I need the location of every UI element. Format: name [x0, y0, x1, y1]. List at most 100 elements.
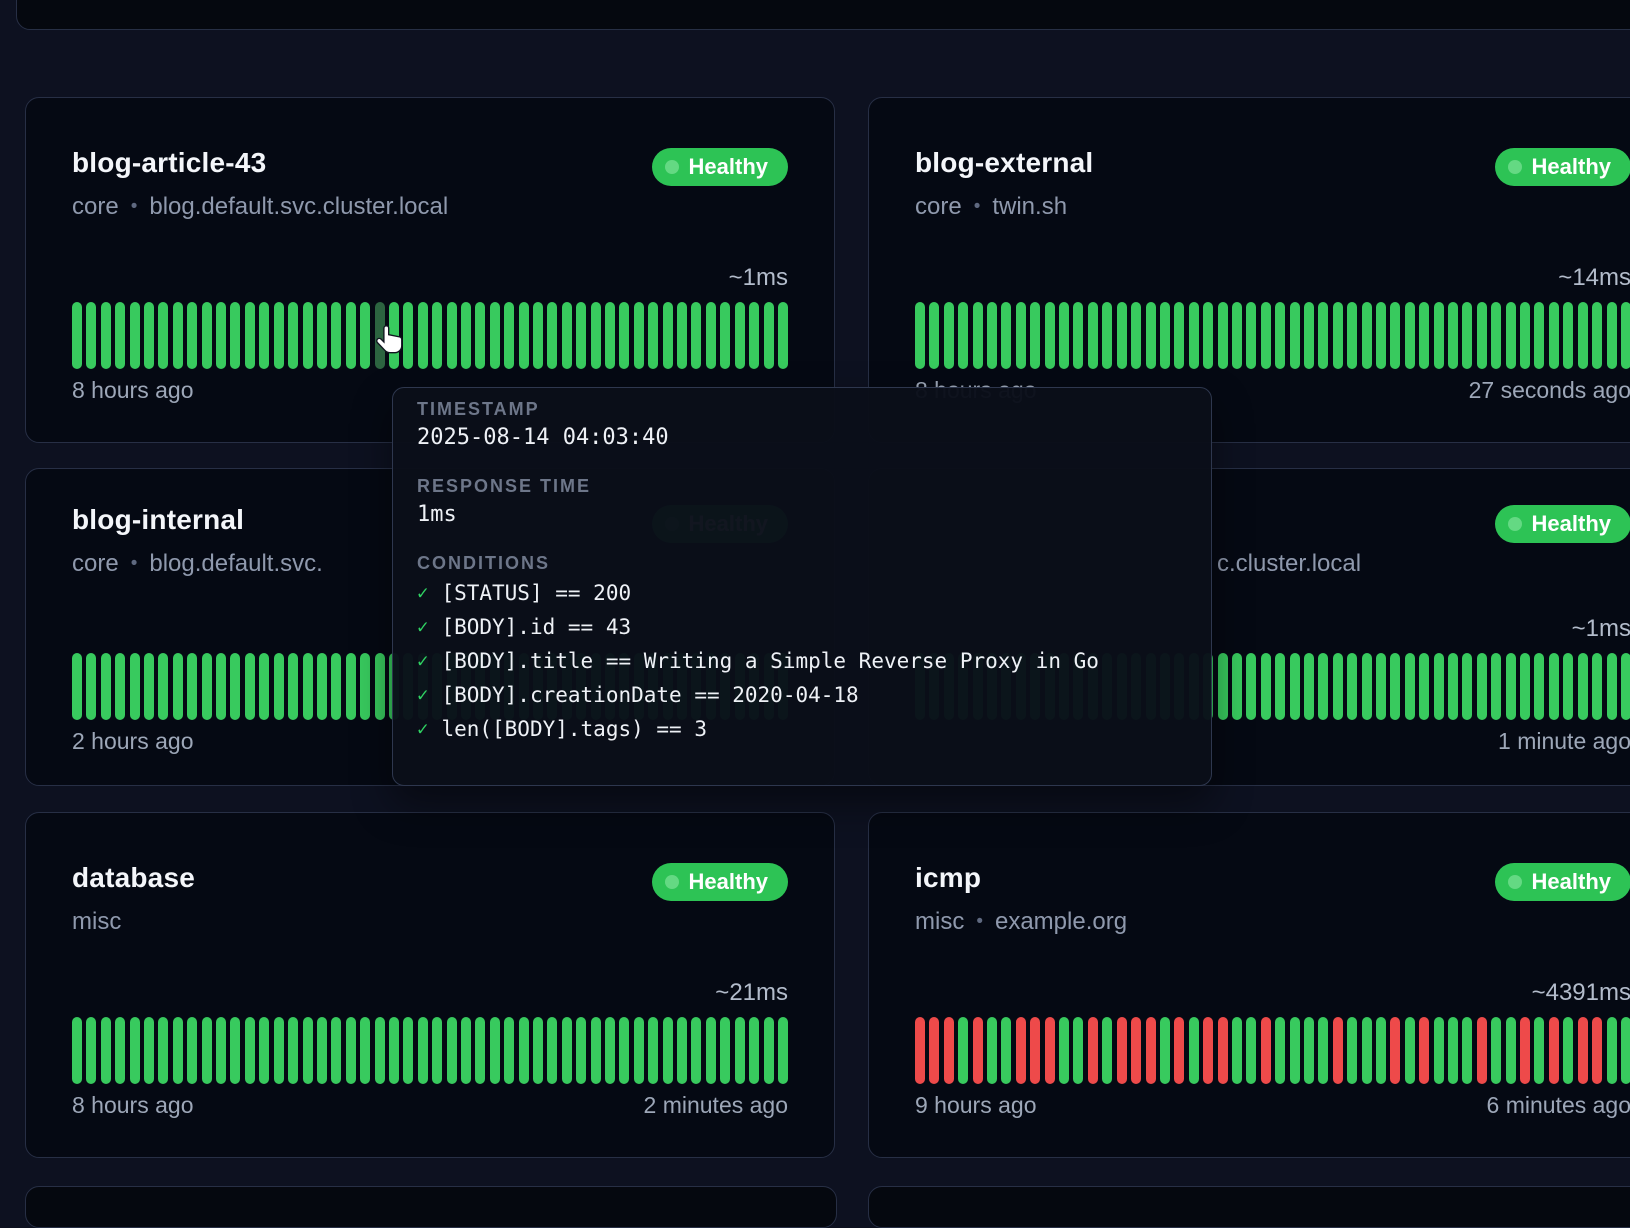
uptime-bar[interactable]: [331, 653, 341, 720]
uptime-bar[interactable]: [1290, 1017, 1300, 1084]
uptime-bar[interactable]: [130, 1017, 140, 1084]
uptime-bar[interactable]: [1318, 653, 1328, 720]
uptime-bar[interactable]: [1520, 653, 1530, 720]
uptime-bar[interactable]: [1304, 653, 1314, 720]
uptime-bar[interactable]: [1304, 1017, 1314, 1084]
uptime-bar[interactable]: [86, 302, 96, 369]
uptime-bar[interactable]: [1304, 302, 1314, 369]
uptime-bar[interactable]: [202, 653, 212, 720]
uptime-bar[interactable]: [1621, 302, 1630, 369]
uptime-bar[interactable]: [216, 1017, 226, 1084]
uptime-bar[interactable]: [288, 1017, 298, 1084]
uptime-bar[interactable]: [634, 1017, 644, 1084]
uptime-bar[interactable]: [288, 653, 298, 720]
uptime-bar[interactable]: [130, 302, 140, 369]
uptime-bar[interactable]: [1520, 302, 1530, 369]
uptime-bar[interactable]: [619, 1017, 629, 1084]
uptime-bar[interactable]: [1592, 653, 1602, 720]
uptime-bar[interactable]: [1549, 302, 1559, 369]
uptime-bar[interactable]: [944, 1017, 954, 1084]
uptime-bar[interactable]: [331, 1017, 341, 1084]
uptime-bar[interactable]: [1405, 653, 1415, 720]
uptime-bar[interactable]: [504, 302, 514, 369]
uptime-bar[interactable]: [778, 302, 788, 369]
uptime-bar[interactable]: [1232, 302, 1242, 369]
uptime-bar[interactable]: [1534, 302, 1544, 369]
uptime-bar[interactable]: [1261, 1017, 1271, 1084]
uptime-bar[interactable]: [1001, 302, 1011, 369]
uptime-bar[interactable]: [663, 1017, 673, 1084]
uptime-bar[interactable]: [230, 653, 240, 720]
uptime-bar[interactable]: [288, 302, 298, 369]
uptime-bar[interactable]: [778, 1017, 788, 1084]
uptime-bar[interactable]: [720, 1017, 730, 1084]
uptime-bar[interactable]: [591, 1017, 601, 1084]
uptime-bar[interactable]: [346, 653, 356, 720]
uptime-bar[interactable]: [1174, 1017, 1184, 1084]
uptime-bar[interactable]: [1448, 1017, 1458, 1084]
uptime-bar[interactable]: [576, 1017, 586, 1084]
uptime-bar[interactable]: [144, 653, 154, 720]
uptime-bar[interactable]: [475, 302, 485, 369]
uptime-bar[interactable]: [202, 302, 212, 369]
uptime-bar[interactable]: [1563, 653, 1573, 720]
uptime-bar[interactable]: [1030, 302, 1040, 369]
uptime-bar[interactable]: [1045, 1017, 1055, 1084]
uptime-bar[interactable]: [1318, 302, 1328, 369]
uptime-bar[interactable]: [461, 1017, 471, 1084]
uptime-bar[interactable]: [1578, 653, 1588, 720]
uptime-bar[interactable]: [360, 302, 370, 369]
uptime-bar[interactable]: [418, 302, 428, 369]
uptime-bar[interactable]: [86, 1017, 96, 1084]
uptime-bar[interactable]: [475, 1017, 485, 1084]
uptime-bar[interactable]: [1376, 1017, 1386, 1084]
uptime-bar[interactable]: [1088, 302, 1098, 369]
uptime-bar[interactable]: [1218, 1017, 1228, 1084]
uptime-bar[interactable]: [605, 302, 615, 369]
uptime-bar[interactable]: [1117, 1017, 1127, 1084]
uptime-bar[interactable]: [944, 302, 954, 369]
uptime-bar[interactable]: [432, 1017, 442, 1084]
uptime-bar[interactable]: [274, 302, 284, 369]
uptime-bar[interactable]: [432, 302, 442, 369]
uptime-bar[interactable]: [1390, 1017, 1400, 1084]
uptime-bar[interactable]: [547, 1017, 557, 1084]
uptime-bar[interactable]: [1621, 1017, 1630, 1084]
uptime-bar[interactable]: [303, 302, 313, 369]
uptime-bar[interactable]: [1290, 653, 1300, 720]
uptime-bar[interactable]: [346, 302, 356, 369]
uptime-bar[interactable]: [648, 302, 658, 369]
uptime-bar[interactable]: [101, 302, 111, 369]
uptime-bar[interactable]: [1246, 1017, 1256, 1084]
uptime-bar[interactable]: [1001, 1017, 1011, 1084]
uptime-bar[interactable]: [245, 302, 255, 369]
uptime-bar[interactable]: [677, 302, 687, 369]
uptime-bar[interactable]: [619, 302, 629, 369]
uptime-bar[interactable]: [1607, 653, 1617, 720]
uptime-bar[interactable]: [1174, 302, 1184, 369]
uptime-bar[interactable]: [929, 1017, 939, 1084]
uptime-bar[interactable]: [1160, 302, 1170, 369]
uptime-bar[interactable]: [130, 653, 140, 720]
uptime-bar[interactable]: [490, 302, 500, 369]
uptime-bar[interactable]: [1419, 1017, 1429, 1084]
uptime-bar[interactable]: [331, 302, 341, 369]
uptime-bar[interactable]: [1290, 302, 1300, 369]
uptime-bar[interactable]: [706, 1017, 716, 1084]
uptime-bar[interactable]: [1016, 302, 1026, 369]
uptime-bar[interactable]: [1275, 1017, 1285, 1084]
service-card[interactable]: database misc• Healthy ~21ms 8 hours ago…: [25, 812, 835, 1158]
uptime-bar[interactable]: [86, 653, 96, 720]
uptime-bar[interactable]: [187, 1017, 197, 1084]
uptime-bar[interactable]: [317, 1017, 327, 1084]
uptime-bar[interactable]: [403, 302, 413, 369]
uptime-bar[interactable]: [1059, 1017, 1069, 1084]
uptime-bar[interactable]: [533, 302, 543, 369]
uptime-bar[interactable]: [360, 1017, 370, 1084]
uptime-bar[interactable]: [987, 1017, 997, 1084]
uptime-bar[interactable]: [1534, 1017, 1544, 1084]
uptime-bar[interactable]: [973, 1017, 983, 1084]
uptime-bar[interactable]: [144, 1017, 154, 1084]
uptime-bar[interactable]: [1333, 1017, 1343, 1084]
uptime-bar[interactable]: [1073, 1017, 1083, 1084]
